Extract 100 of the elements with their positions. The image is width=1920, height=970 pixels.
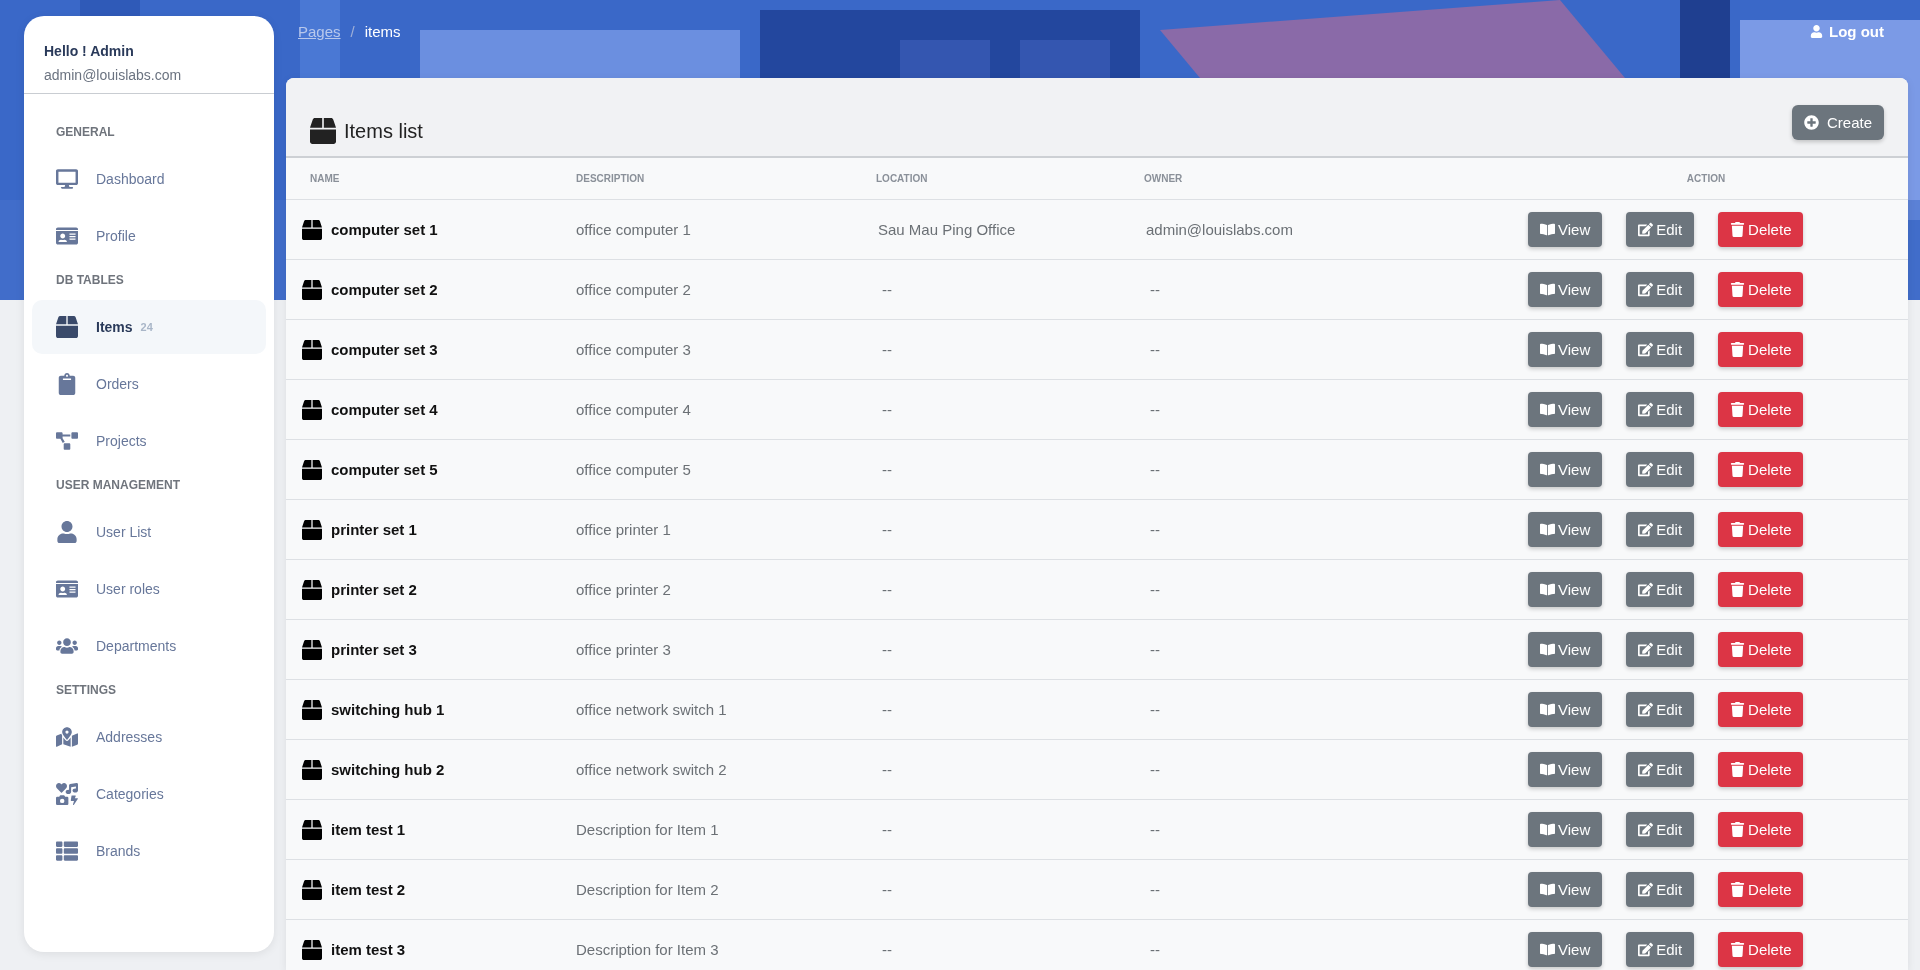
table-cell-text: admin@louislabs.com xyxy=(1145,221,1294,238)
view-button[interactable]: View xyxy=(1528,692,1603,727)
delete-button[interactable]: Delete xyxy=(1718,812,1804,847)
view-button[interactable]: View xyxy=(1528,212,1603,247)
trash-icon xyxy=(1730,882,1746,897)
book-icon xyxy=(1540,282,1555,297)
table-cell-text: office computer 2 xyxy=(575,281,692,298)
nav-item[interactable]: Profile xyxy=(32,209,266,263)
delete-button[interactable]: Delete xyxy=(1718,692,1804,727)
nav-label: Items xyxy=(96,319,133,335)
edit-button[interactable]: Edit xyxy=(1626,272,1695,307)
table-cell-text: -- xyxy=(1149,341,1161,358)
delete-button[interactable]: Delete xyxy=(1718,392,1804,427)
view-button[interactable]: View xyxy=(1528,452,1603,487)
trash-icon xyxy=(1730,942,1746,957)
trash-icon xyxy=(1730,762,1746,777)
edit-button[interactable]: Edit xyxy=(1626,332,1695,367)
delete-button[interactable]: Delete xyxy=(1718,932,1804,967)
user-icon xyxy=(1810,24,1823,38)
delete-button[interactable]: Delete xyxy=(1718,332,1804,367)
box-icon xyxy=(302,879,322,900)
logout-link[interactable]: Log out xyxy=(1810,22,1884,40)
table-cell-text: -- xyxy=(881,461,893,478)
table-cell-text: Description for Item 1 xyxy=(575,821,720,838)
delete-button[interactable]: Delete xyxy=(1718,572,1804,607)
nav-item[interactable]: Categories xyxy=(32,767,266,821)
item-name: item test 1 xyxy=(331,821,406,838)
nav-item[interactable]: User List xyxy=(32,505,266,559)
view-button[interactable]: View xyxy=(1528,752,1603,787)
view-button[interactable]: View xyxy=(1528,392,1603,427)
item-name: computer set 4 xyxy=(331,401,438,418)
view-button[interactable]: View xyxy=(1528,512,1603,547)
edit-icon xyxy=(1638,762,1654,777)
nav-label: Departments xyxy=(96,638,177,654)
item-name: computer set 2 xyxy=(331,281,438,298)
edit-button[interactable]: Edit xyxy=(1626,572,1695,607)
edit-icon xyxy=(1638,222,1654,237)
table-cell-text: office printer 3 xyxy=(575,641,672,658)
nav-item[interactable]: Items 24 xyxy=(32,300,266,354)
edit-button[interactable]: Edit xyxy=(1626,512,1695,547)
item-name: switching hub 1 xyxy=(331,701,445,718)
edit-icon xyxy=(1638,522,1654,537)
view-button[interactable]: View xyxy=(1528,332,1603,367)
edit-button[interactable]: Edit xyxy=(1626,932,1695,967)
table-cell-text: -- xyxy=(1149,461,1161,478)
delete-button[interactable]: Delete xyxy=(1718,272,1804,307)
breadcrumb-link[interactable]: Pages xyxy=(298,22,341,40)
trash-icon xyxy=(1730,702,1746,717)
edit-button[interactable]: Edit xyxy=(1626,632,1695,667)
nav-item[interactable]: Projects xyxy=(32,414,266,468)
nav-item[interactable]: Brands xyxy=(32,824,266,878)
edit-button[interactable]: Edit xyxy=(1626,812,1695,847)
view-button[interactable]: View xyxy=(1528,272,1603,307)
delete-button[interactable]: Delete xyxy=(1718,752,1804,787)
box-icon xyxy=(302,939,322,960)
view-button[interactable]: View xyxy=(1528,812,1603,847)
nav-item[interactable]: Departments xyxy=(32,619,266,673)
edit-button[interactable]: Edit xyxy=(1626,692,1695,727)
edit-button[interactable]: Edit xyxy=(1626,452,1695,487)
trash-icon xyxy=(1730,222,1746,237)
delete-button[interactable]: Delete xyxy=(1718,452,1804,487)
table-cell-text: -- xyxy=(1149,401,1161,418)
delete-button[interactable]: Delete xyxy=(1718,212,1804,247)
edit-button[interactable]: Edit xyxy=(1626,752,1695,787)
table-cell-text: -- xyxy=(881,821,893,838)
delete-button[interactable]: Delete xyxy=(1718,872,1804,907)
delete-button[interactable]: Delete xyxy=(1718,632,1804,667)
view-button[interactable]: View xyxy=(1528,872,1603,907)
table-cell-text: -- xyxy=(881,941,893,958)
book-icon xyxy=(1540,882,1555,897)
create-button[interactable]: Create xyxy=(1791,105,1884,140)
view-button[interactable]: View xyxy=(1528,572,1603,607)
box-icon xyxy=(302,579,322,600)
greeting-text: Hello ! Admin xyxy=(44,43,135,59)
view-button[interactable]: View xyxy=(1528,932,1603,967)
nav-item[interactable]: Addresses xyxy=(32,710,266,764)
delete-button[interactable]: Delete xyxy=(1718,512,1804,547)
item-name: computer set 5 xyxy=(331,461,438,478)
count-label: 24 xyxy=(140,321,153,333)
edit-button[interactable]: Edit xyxy=(1626,872,1695,907)
table-cell-text: -- xyxy=(1149,701,1161,718)
table-cell-text: office computer 5 xyxy=(575,461,692,478)
edit-icon xyxy=(1638,582,1654,597)
edit-button[interactable]: Edit xyxy=(1626,212,1695,247)
nav-item[interactable]: Dashboard xyxy=(32,152,266,206)
table-cell-text: -- xyxy=(1149,281,1161,298)
view-button[interactable]: View xyxy=(1528,632,1603,667)
table-cell-text: -- xyxy=(1149,941,1161,958)
table-cell-text: -- xyxy=(1149,641,1161,658)
trash-icon xyxy=(1730,522,1746,537)
nav-label: Categories xyxy=(96,786,164,802)
nav-label: Profile xyxy=(96,228,136,244)
nav-label: Projects xyxy=(96,433,147,449)
item-name: item test 3 xyxy=(331,941,406,958)
edit-button[interactable]: Edit xyxy=(1626,392,1695,427)
box-icon xyxy=(302,279,322,300)
table-cell-text: -- xyxy=(1149,881,1161,898)
table-cell-text: -- xyxy=(881,581,893,598)
nav-item[interactable]: User roles xyxy=(32,562,266,616)
nav-item[interactable]: Orders xyxy=(32,357,266,411)
